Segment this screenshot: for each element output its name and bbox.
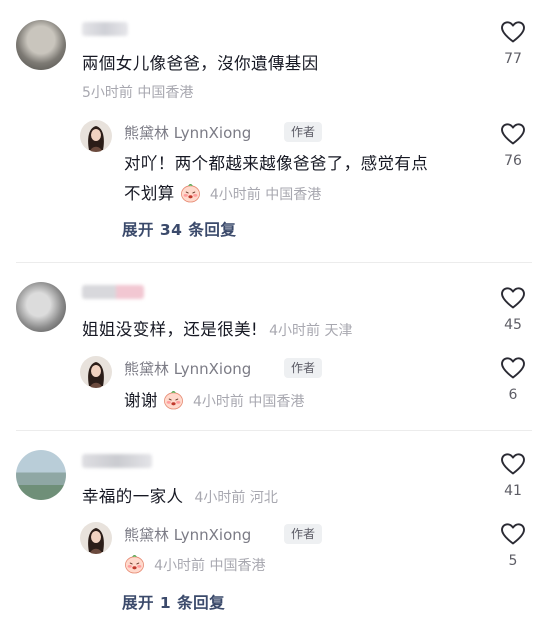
author-avatar[interactable] [80,522,112,554]
like-button[interactable]: 6 [493,356,533,403]
like-button[interactable]: 45 [493,286,533,333]
expand-replies-link[interactable]: 展开 34 条回复 [122,218,236,240]
commenter-name-blurred[interactable] [82,454,152,468]
author-avatar[interactable] [80,120,112,152]
divider [16,430,532,431]
author-tag: 作者 [284,358,323,378]
like-button[interactable]: 76 [493,122,533,169]
comment-text: 姐姐没变样，还是很美! [82,320,259,339]
blushing-peach-sticker-icon [124,553,145,574]
comment-meta: 5小时前 中国香港 [82,85,194,101]
commenter-name-blurred[interactable] [82,22,128,36]
reply-text-row: 谢谢 4小时前 中国香港 [124,387,304,411]
comment-text-row: 姐姐没变样，还是很美! 4小时前 天津 [82,316,352,340]
reply-meta: 4小时前 中国香港 [209,187,322,203]
heart-outline-icon[interactable] [500,122,526,146]
heart-outline-icon[interactable] [500,522,526,546]
divider [16,262,532,263]
author-avatar[interactable] [80,356,112,388]
commenter-avatar[interactable] [16,282,66,332]
reply-text-line2: 不划算 [124,184,175,203]
like-count: 77 [504,51,522,67]
blushing-peach-sticker-icon [163,389,184,410]
commenter-avatar[interactable] [16,20,66,70]
author-tag: 作者 [284,122,323,142]
like-button[interactable]: 41 [493,452,533,499]
like-count: 41 [504,483,522,499]
like-button[interactable]: 5 [493,522,533,569]
comment-text: 幸福的一家人 [82,487,184,506]
like-button[interactable]: 77 [493,20,533,67]
reply-text-row: 4小时前 中国香港 [124,553,265,575]
comment-meta: 4小时前 河北 [194,490,278,506]
reply-meta: 4小时前 中国香港 [193,394,305,410]
expand-replies-link[interactable]: 展开 1 条回复 [122,591,225,613]
author-tag: 作者 [284,524,323,544]
comment-text: 兩個女儿像爸爸，沒你遺傳基因 [82,54,319,73]
reply-author-name[interactable]: 熊黛林 LynnXiong [124,122,251,143]
reply-text-line2-row: 不划算 4小时前 中国香港 [124,180,321,204]
blushing-peach-sticker-icon [180,182,201,203]
comment-meta: 4小时前 天津 [269,323,353,339]
commenter-name-blurred[interactable] [82,285,144,299]
heart-outline-icon[interactable] [500,452,526,476]
reply-text-line1: 对吖！两个都越来越像爸爸了，感觉有点 [124,154,429,173]
like-count: 45 [504,317,522,333]
heart-outline-icon[interactable] [500,356,526,380]
reply-author-name[interactable]: 熊黛林 LynnXiong [124,358,251,379]
like-count: 6 [508,387,518,403]
heart-outline-icon[interactable] [500,20,526,44]
reply-text: 谢谢 [124,391,158,410]
comment-text-row: 幸福的一家人 4小时前 河北 [82,483,278,507]
reply-author-name[interactable]: 熊黛林 LynnXiong [124,524,251,545]
commenter-avatar[interactable] [16,450,66,500]
like-count: 76 [504,153,522,169]
like-count: 5 [508,553,518,569]
heart-outline-icon[interactable] [500,286,526,310]
reply-meta: 4小时前 中国香港 [154,558,266,574]
